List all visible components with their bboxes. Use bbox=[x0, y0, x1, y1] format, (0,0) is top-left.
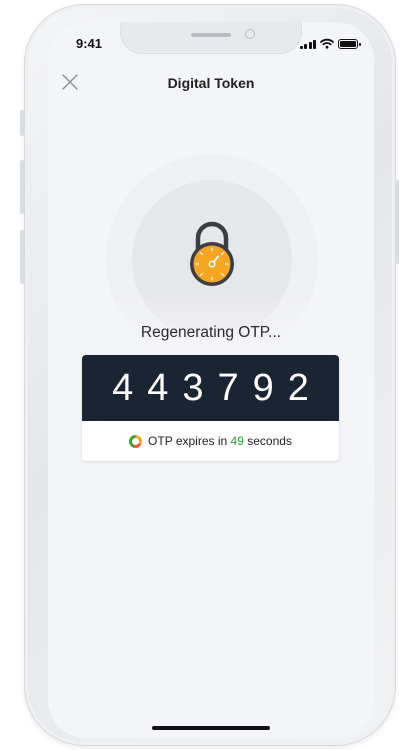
countdown-ring-icon bbox=[129, 434, 143, 448]
volume-up-button bbox=[20, 160, 24, 214]
regenerating-message: Regenerating OTP... bbox=[140, 324, 282, 341]
signal-icon bbox=[299, 39, 316, 49]
padlock-icon bbox=[190, 221, 234, 286]
status-icons bbox=[299, 37, 361, 49]
expiry-suffix: seconds bbox=[247, 434, 292, 448]
otp-expiry: OTP expires in 49 seconds bbox=[82, 421, 339, 461]
mute-switch bbox=[20, 110, 24, 136]
wifi-icon bbox=[320, 38, 334, 49]
page-title: Digital Token bbox=[167, 75, 255, 91]
expiry-seconds: 49 bbox=[230, 434, 244, 448]
volume-down-button bbox=[20, 230, 24, 284]
phone-screen: 9:41 Digital Token Regenerating OTP... 4… bbox=[48, 22, 374, 738]
camera-icon bbox=[245, 29, 255, 39]
otp-display: 443792 bbox=[82, 355, 339, 421]
notch bbox=[120, 22, 302, 54]
otp-card: 443792 OTP expires in 49 seconds bbox=[82, 355, 339, 461]
home-indicator[interactable] bbox=[152, 726, 270, 730]
speaker-grille bbox=[191, 33, 231, 37]
status-time: 9:41 bbox=[76, 36, 103, 51]
power-button bbox=[395, 180, 399, 264]
expiry-prefix: OTP expires in bbox=[148, 434, 228, 448]
otp-code: 443792 bbox=[112, 366, 323, 409]
battery-icon bbox=[338, 39, 361, 49]
